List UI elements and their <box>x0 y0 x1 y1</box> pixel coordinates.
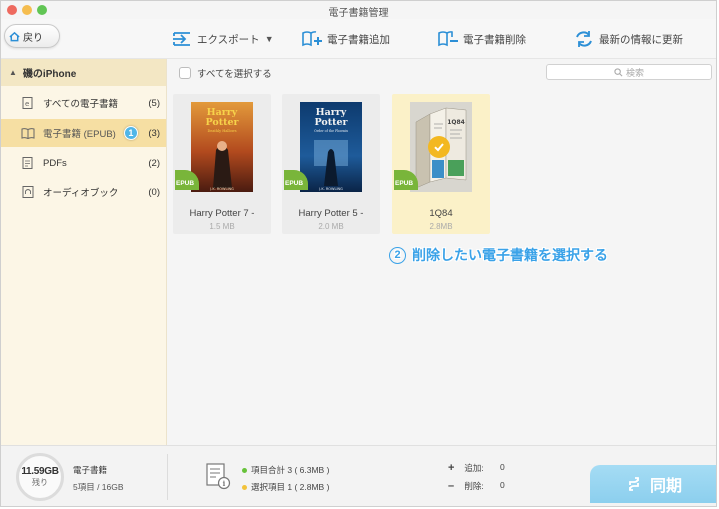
book-title: 1Q84 <box>429 208 453 219</box>
sync-icon <box>629 477 639 491</box>
title-bar: 電子書籍管理 <box>1 1 716 19</box>
delete-counter: – 削除: 0 <box>448 480 505 492</box>
step-marker: 1 <box>123 126 138 140</box>
sidebar-item-audiobooks[interactable]: オーディオブック (0) <box>1 178 166 206</box>
plus-icon: + <box>448 462 455 474</box>
sidebar-item-count: (2) <box>148 157 160 169</box>
cover-subtitle: Deathly Hallows <box>207 129 236 133</box>
book-icon <box>21 128 35 140</box>
book-title: Harry Potter 7 - <box>189 208 255 219</box>
instruction-text: 削除したい電子書籍を選択する <box>412 247 608 263</box>
book-grid-area: すべてを選択する 検索 Harry Potter Deathly Hallows… <box>167 59 716 445</box>
window-title: 電子書籍管理 <box>328 8 389 19</box>
export-button[interactable]: エクスポート ▼ <box>171 29 274 49</box>
book-card[interactable]: Harry Potter Order of the Phoenix J.K. R… <box>282 94 380 234</box>
step-number: 2 <box>389 246 406 264</box>
selected-items-text: 選択項目 1 ( 2.8MB ) <box>251 482 330 492</box>
delete-counter-label: 削除: <box>464 481 484 491</box>
toolbar: 戻り エクスポート ▼ 電子書籍追加 電子書籍削除 最新の情報に更新 <box>1 19 716 59</box>
eject-icon: ▲ <box>9 68 17 77</box>
sidebar: ▲ 磯のiPhone e すべての電子書籍 (5) 電子書籍 (EPUB) 1 … <box>1 59 167 445</box>
device-header[interactable]: ▲ 磯のiPhone <box>1 59 166 86</box>
free-space-label: 残り <box>32 478 48 487</box>
chevron-down-icon: ▼ <box>264 34 274 44</box>
select-all-label[interactable]: すべてを選択する <box>197 66 272 80</box>
selected-check-icon[interactable] <box>428 136 450 158</box>
sync-button[interactable]: 同期 <box>590 465 716 503</box>
home-icon <box>9 31 20 41</box>
svg-text:e: e <box>25 100 29 108</box>
storage-detail: 5項目 / 16GB <box>73 482 124 492</box>
total-items: 項目合計 3 ( 6.3MB ) <box>242 464 329 476</box>
book-cover: Harry Potter Deathly Hallows J.K. ROWLIN… <box>191 102 253 192</box>
select-all-checkbox[interactable] <box>179 66 191 79</box>
cover-author: J.K. ROWLING <box>318 187 343 191</box>
delete-counter-value: 0 <box>500 480 505 490</box>
delete-ebook-button[interactable]: 電子書籍削除 <box>437 29 526 49</box>
sync-button-label: 同期 <box>649 478 682 495</box>
sidebar-item-count: (0) <box>148 186 160 198</box>
divider <box>167 454 168 500</box>
sidebar-item-epub[interactable]: 電子書籍 (EPUB) 1 (3) <box>1 119 166 147</box>
instruction-callout: 2 削除したい電子書籍を選択する <box>389 245 608 265</box>
sidebar-item-label: すべての電子書籍 <box>43 99 118 110</box>
book-size: 1.5 MB <box>209 222 235 231</box>
export-label: エクスポート <box>197 33 260 46</box>
cover-author: J.K. ROWLING <box>209 187 234 191</box>
total-items-text: 項目合計 3 ( 6.3MB ) <box>251 465 330 475</box>
sidebar-item-label: オーディオブック <box>43 188 119 199</box>
svg-text:i: i <box>223 479 226 488</box>
selection-bar: すべてを選択する 検索 <box>167 59 716 86</box>
sidebar-item-count: (3) <box>148 127 160 139</box>
audiobook-icon <box>22 186 34 198</box>
back-button[interactable]: 戻り <box>4 24 60 48</box>
sidebar-item-all-ebooks[interactable]: e すべての電子書籍 (5) <box>1 89 166 117</box>
total-dot-icon <box>242 467 247 473</box>
selected-dot-icon <box>242 484 247 490</box>
pdf-icon <box>22 157 33 169</box>
sidebar-item-label: 電子書籍 (EPUB) <box>43 129 116 140</box>
book-cover-image: Harry Potter Deathly Hallows J.K. ROWLIN… <box>191 102 253 192</box>
storage-ring: 11.59GB 残り <box>16 453 64 501</box>
book-size: 2.8MB <box>429 222 453 231</box>
cover-title-line-2: Potter <box>205 117 239 128</box>
sidebar-item-count: (5) <box>148 97 160 109</box>
book-cover: Harry Potter Order of the Phoenix J.K. R… <box>300 102 362 192</box>
add-ebook-button[interactable]: 電子書籍追加 <box>301 29 390 49</box>
cover-subtitle: Order of the Phoenix <box>314 129 348 133</box>
sidebar-item-label: PDFs <box>43 157 67 169</box>
sidebar-item-pdfs[interactable]: PDFs (2) <box>1 149 166 177</box>
book-cover-image: Harry Potter Order of the Phoenix J.K. R… <box>300 102 362 192</box>
back-button-label: 戻り <box>23 32 43 44</box>
document-info-icon: i <box>206 463 231 490</box>
book-title: Harry Potter 5 - <box>298 208 364 219</box>
add-counter-value: 0 <box>500 462 505 472</box>
status-footer: 11.59GB 残り 電子書籍 5項目 / 16GB i 項目合計 3 ( 6.… <box>1 445 716 506</box>
search-placeholder: 検索 <box>625 67 644 78</box>
search-icon <box>614 67 623 76</box>
add-counter: + 追加: 0 <box>448 462 505 474</box>
delete-book-icon <box>438 31 458 47</box>
export-icon <box>173 32 190 46</box>
storage-category: 電子書籍 <box>73 465 108 475</box>
book-card-selected[interactable]: 1Q84 EPUB 1Q84 2.8MB <box>392 94 490 234</box>
refresh-label: 最新の情報に更新 <box>599 33 683 46</box>
refresh-button[interactable]: 最新の情報に更新 <box>573 29 683 49</box>
free-space: 11.59GB <box>21 466 59 477</box>
add-ebook-label: 電子書籍追加 <box>327 33 390 46</box>
book-size: 2.0 MB <box>318 222 344 231</box>
app-window: 電子書籍管理 戻り エクスポート ▼ 電子書籍追加 電子書籍削除 最新の情報に更… <box>0 0 717 507</box>
ebook-icon: e <box>22 97 33 109</box>
add-counter-label: 追加: <box>464 463 484 473</box>
device-name: 磯のiPhone <box>22 69 77 80</box>
cover-title: 1Q84 <box>447 119 465 126</box>
delete-ebook-label: 電子書籍削除 <box>463 33 526 46</box>
add-book-icon <box>302 31 322 47</box>
cover-title-line-2: Potter <box>314 117 348 128</box>
minus-icon: – <box>448 480 455 492</box>
book-card[interactable]: Harry Potter Deathly Hallows J.K. ROWLIN… <box>173 94 271 234</box>
refresh-icon <box>576 31 592 47</box>
selected-items: 選択項目 1 ( 2.8MB ) <box>242 481 329 493</box>
search-input[interactable]: 検索 <box>546 64 712 80</box>
